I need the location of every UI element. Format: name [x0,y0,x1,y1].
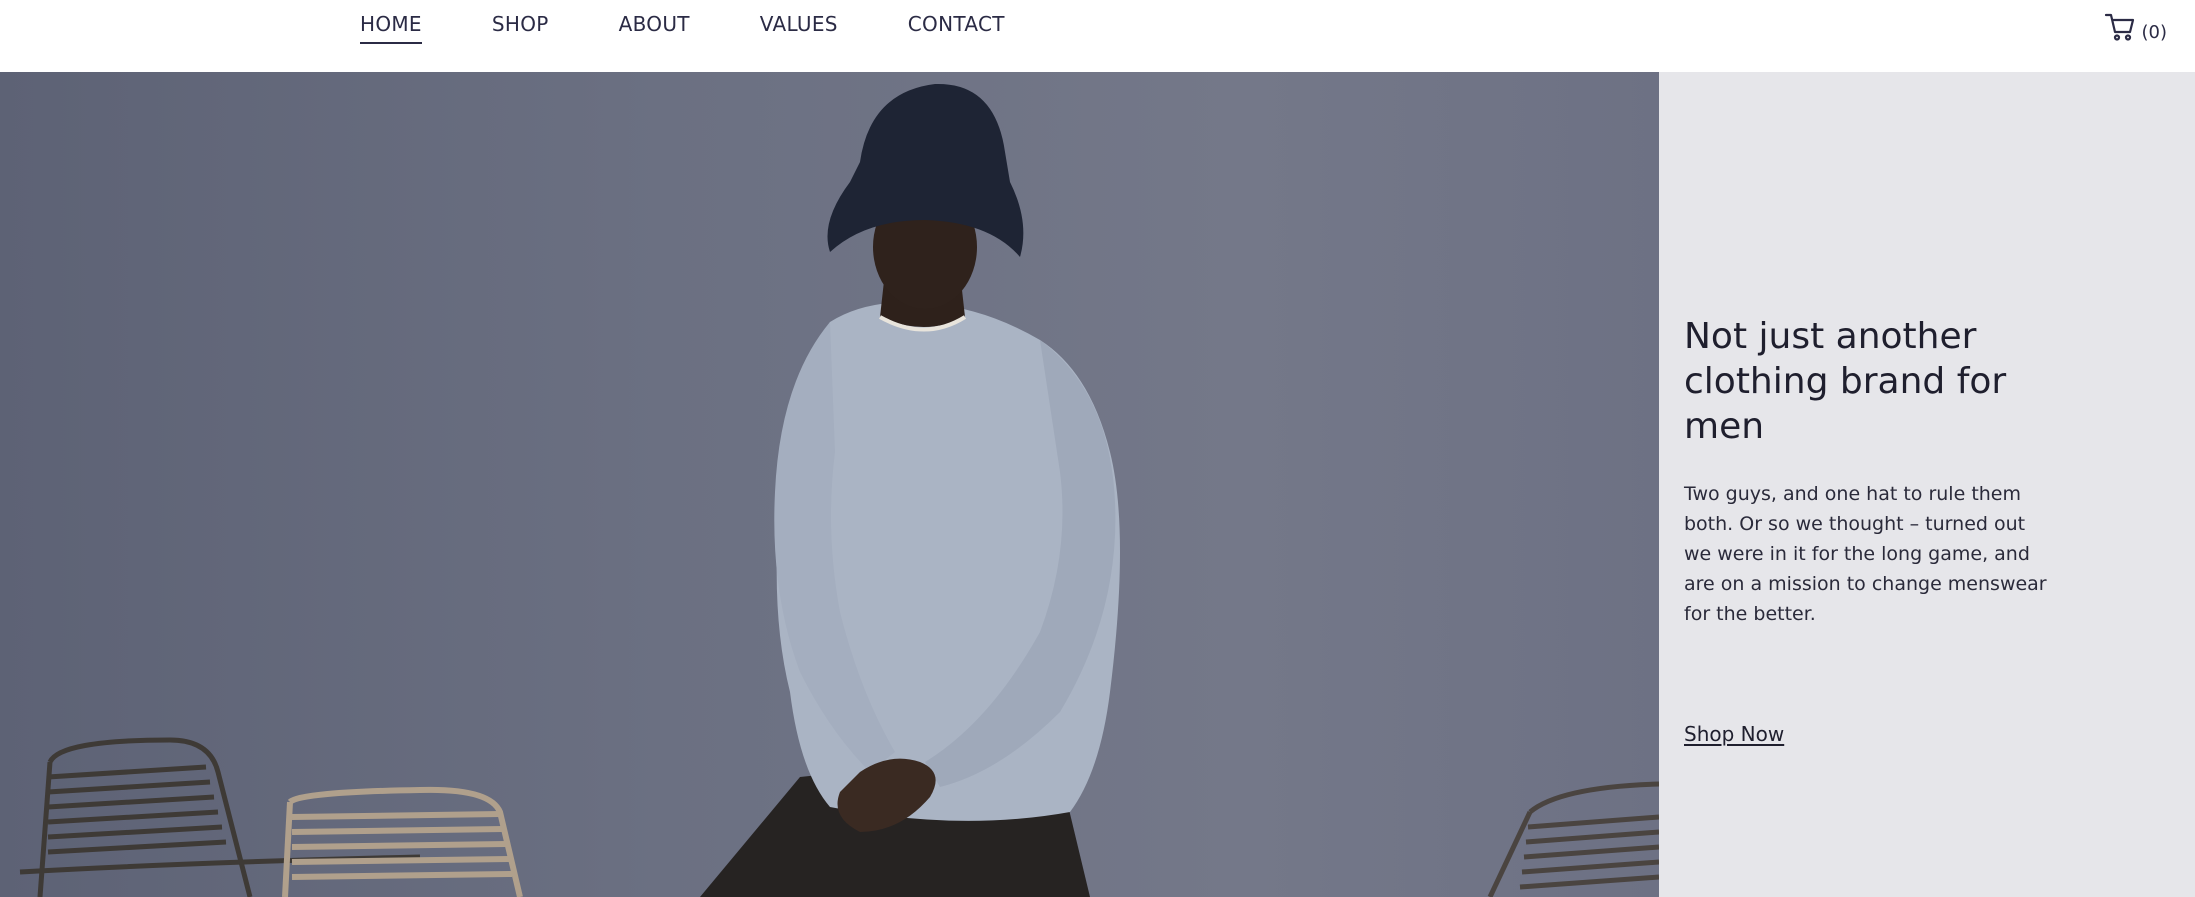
cart-count: (0) [2141,21,2168,43]
hero-title: Not just another clothing brand for men [1684,316,2007,447]
hero-image [0,72,1659,897]
cart-button[interactable]: (0) [2104,12,2168,46]
nav-about[interactable]: ABOUT [619,12,690,44]
nav-contact[interactable]: CONTACT [908,12,1005,44]
nav-values[interactable]: VALUES [760,12,838,44]
hero-description: Two guys, and one hat to rule them both.… [1684,483,2047,625]
site-header: HOME SHOP ABOUT VALUES CONTACT (0) [0,0,2195,72]
main-nav: HOME SHOP ABOUT VALUES CONTACT [360,12,1075,44]
shop-now-link[interactable]: Shop Now [1684,722,1784,746]
nav-home[interactable]: HOME [360,12,422,44]
nav-shop[interactable]: SHOP [492,12,549,44]
chair-right-graphic [1487,781,1659,897]
shopping-cart-icon [2104,12,2136,46]
hero-panel: Not just another clothing brand for men … [1659,72,2195,897]
hero-section: Not just another clothing brand for men … [0,72,2195,897]
chair-beige-graphic [282,786,523,897]
